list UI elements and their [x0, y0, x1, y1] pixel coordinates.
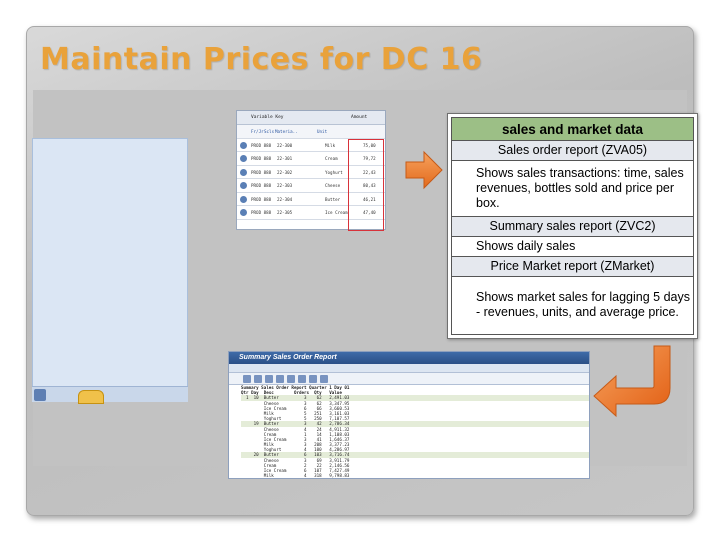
toolbar: [229, 373, 589, 385]
row-material: Yoghurt: [325, 169, 343, 175]
row-col1: PROD 888: [251, 210, 272, 215]
sum-icon[interactable]: [298, 375, 306, 383]
row-col1: PROD 888: [251, 142, 272, 148]
return-arrow-icon: [593, 345, 671, 418]
slide: Maintain Prices for DC 16 Variable Key A…: [0, 0, 720, 540]
row-col2: 22-303: [277, 183, 293, 188]
row-material: Butter: [325, 196, 341, 202]
find-icon[interactable]: [265, 375, 273, 383]
row-col1: PROD 888: [251, 183, 272, 188]
folder-icon[interactable]: [78, 390, 104, 404]
menu-bar[interactable]: [229, 364, 589, 373]
row-icon: [240, 182, 247, 189]
subheader-frjr: Fr/Jr: [251, 129, 264, 134]
report-name: Summary sales report (ZVC2): [452, 217, 693, 237]
slide-title: Maintain Prices for DC 16: [40, 42, 483, 77]
row-material: Milk: [325, 142, 336, 148]
subheader-unit: Unit: [317, 129, 328, 134]
app-window: [32, 138, 188, 400]
row-col1: PROD 888: [251, 169, 272, 175]
app-icon[interactable]: [34, 389, 46, 401]
row-icon: [240, 209, 247, 216]
export-icon[interactable]: [309, 375, 317, 383]
row-col2: 22-305: [277, 210, 293, 215]
amount-highlight: [348, 139, 384, 231]
row-icon: [240, 195, 247, 203]
layout-header: Variable Key: [251, 115, 284, 120]
amount-header: Amount: [351, 115, 368, 120]
table-header: Variable Key Amount: [237, 111, 385, 125]
row-col1: PROD 888: [251, 196, 272, 202]
sort-icon[interactable]: [276, 375, 284, 383]
report-title: Summary Sales Order Report: [229, 352, 589, 364]
right-arrow-icon: [405, 150, 443, 190]
report-description: Shows market sales for lagging 5 days - …: [452, 277, 693, 332]
sales-market-data-table: sales and market data Sales order report…: [447, 113, 698, 339]
report-description: Shows daily sales: [452, 237, 693, 257]
row-material: Cheese: [325, 183, 341, 188]
print-icon[interactable]: [254, 375, 262, 383]
layout-icon[interactable]: [320, 375, 328, 383]
report-line: Yoghurt 5 320 5,987.83: [241, 478, 589, 479]
info-header: sales and market data: [452, 118, 693, 141]
subheader-scls: Scls: [264, 129, 275, 134]
row-icon: [240, 141, 247, 149]
table-subheader: Fr/Jr Scls Materia.. Unit: [237, 125, 385, 139]
row-col2: 22-304: [277, 196, 293, 202]
row-col2: 22-301: [277, 156, 293, 161]
subheader-material: Materia..: [275, 129, 298, 134]
report-name: Price Market report (ZMarket): [452, 257, 693, 277]
row-col1: PROD 888: [251, 156, 272, 161]
report-description: Shows sales transactions: time, sales re…: [452, 161, 693, 217]
report-name: Sales order report (ZVA05): [452, 141, 693, 161]
taskbar: [32, 386, 188, 402]
row-col2: 22-302: [277, 169, 293, 175]
row-icon: [240, 155, 247, 162]
filter-icon[interactable]: [287, 375, 295, 383]
row-col2: 22-300: [277, 142, 293, 148]
back-icon[interactable]: [243, 375, 251, 383]
report-body: Summary Sales Order Report Quarter 1 Day…: [229, 385, 589, 479]
row-material: Ice Cream: [325, 210, 348, 215]
row-icon: [240, 168, 247, 176]
row-material: Cream: [325, 156, 338, 161]
summary-sales-report: Summary Sales Order Report Summary Sales…: [228, 351, 590, 479]
